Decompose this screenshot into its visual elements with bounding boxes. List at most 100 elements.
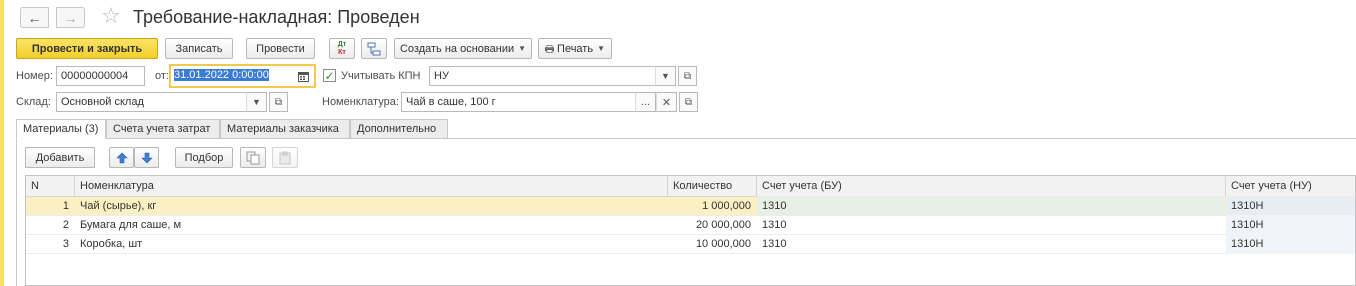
left-accent-bar	[0, 0, 4, 286]
tab-materials-label: Материалы (3)	[23, 123, 99, 135]
dt-kt-icon: Дт Кт	[338, 41, 346, 57]
tab-cost-accounts-label: Счета учета затрат	[113, 123, 211, 135]
nomenclature-clear-button[interactable]: ✕	[656, 92, 677, 112]
arrow-right-icon: →	[63, 9, 78, 26]
paste-icon	[279, 151, 291, 164]
nomenclature-label: Номенклатура:	[322, 96, 399, 108]
structure-button[interactable]	[361, 38, 387, 59]
back-button[interactable]: ←	[20, 7, 49, 28]
number-value: 00000000004	[61, 70, 129, 82]
tab-materials[interactable]: Материалы (3)	[16, 119, 106, 139]
number-label: Номер:	[16, 70, 53, 82]
create-based-on-label: Создать на основании	[399, 42, 515, 55]
column-header-nomenclature[interactable]: Номенклатура	[75, 176, 667, 196]
document-title: Требование-накладная: Проведен	[133, 7, 420, 27]
selection-label: Подбор	[184, 151, 224, 164]
post-button[interactable]: Провести	[246, 38, 315, 59]
forward-button[interactable]: →	[56, 7, 85, 28]
copy-icon	[246, 151, 260, 164]
row-nomenclature: Чай (сырье), кг	[80, 200, 157, 212]
add-row-button[interactable]: Добавить	[25, 147, 95, 168]
column-header-n[interactable]: N	[26, 176, 74, 196]
print-label: Печать	[557, 42, 594, 55]
row-number: 3	[62, 238, 69, 250]
open-window-icon: ⧉	[274, 96, 283, 108]
kpn-select[interactable]: НУ	[429, 66, 676, 86]
dt-kt-button[interactable]: Дт Кт	[329, 38, 355, 59]
checkmark-icon: ✓	[324, 68, 335, 83]
row-account-nu: 1310Н	[1226, 234, 1355, 254]
warehouse-dropdown-button[interactable]: ▼	[246, 92, 267, 112]
kpn-open-button[interactable]: ⧉	[678, 66, 697, 86]
row-quantity: 10 000,000	[695, 238, 751, 250]
tab-additional[interactable]: Дополнительно	[350, 119, 448, 139]
warehouse-open-button[interactable]: ⧉	[269, 92, 288, 112]
date-label: от:	[155, 70, 169, 82]
add-row-label: Добавить	[35, 151, 85, 164]
nomenclature-value: Чай в саше, 100 г	[406, 96, 496, 108]
arrow-up-icon	[115, 152, 128, 163]
row-account-nu: 1310Н	[1226, 215, 1355, 235]
column-header-quantity[interactable]: Количество	[668, 176, 756, 196]
calendar-button[interactable]	[293, 66, 313, 86]
date-value: 31.01.2022 0:00:00	[174, 69, 269, 81]
materials-table[interactable]: N Номенклатура Количество Счет учета (БУ…	[25, 175, 1356, 286]
row-account-nu: 1310Н	[1226, 196, 1355, 216]
caret-down-icon: ▼	[518, 44, 527, 53]
tab-customer-materials[interactable]: Материалы заказчика	[220, 119, 350, 139]
nomenclature-open-button[interactable]: ⧉	[679, 92, 698, 112]
table-row[interactable]: 2 Бумага для саше, м 20 000,000 1310 131…	[26, 215, 1355, 235]
open-window-icon: ⧉	[683, 70, 692, 82]
caret-down-icon: ▼	[252, 97, 261, 107]
ellipsis-icon: ...	[640, 96, 651, 108]
post-and-close-label: Провести и закрыть	[31, 42, 143, 55]
caret-down-icon: ▼	[597, 44, 605, 53]
warehouse-field[interactable]: Основной склад	[56, 92, 267, 112]
row-account-bu: 1310	[757, 196, 1225, 216]
printer-icon	[545, 44, 555, 53]
save-label: Записать	[175, 42, 223, 55]
kpn-checkbox[interactable]: ✓	[323, 68, 336, 83]
tab-additional-label: Дополнительно	[357, 123, 437, 135]
kpn-dropdown-button[interactable]: ▼	[655, 66, 676, 86]
number-field[interactable]: 00000000004	[56, 66, 145, 86]
table-header: N Номенклатура Количество Счет учета (БУ…	[26, 176, 1355, 197]
open-window-icon: ⧉	[684, 96, 693, 108]
move-up-button[interactable]	[109, 147, 134, 168]
nomenclature-select-button[interactable]: ...	[635, 92, 656, 112]
arrow-down-icon	[140, 152, 153, 163]
kpn-label: Учитывать КПН	[341, 70, 421, 82]
save-button[interactable]: Записать	[165, 38, 233, 59]
kt-label: Кт	[338, 48, 346, 56]
row-account-bu: 1310	[762, 238, 787, 250]
calendar-icon	[297, 71, 309, 82]
column-header-account-nu[interactable]: Счет учета (НУ)	[1226, 176, 1355, 196]
tab-cost-accounts[interactable]: Счета учета затрат	[106, 119, 220, 139]
kpn-value: НУ	[434, 70, 449, 82]
row-quantity: 1 000,000	[702, 200, 751, 212]
row-number: 2	[62, 219, 69, 231]
print-button[interactable]: Печать ▼	[538, 38, 612, 59]
tab-customer-materials-label: Материалы заказчика	[227, 123, 339, 135]
warehouse-value: Основной склад	[61, 96, 144, 108]
caret-down-icon: ▼	[661, 71, 670, 81]
warehouse-label: Склад:	[16, 96, 51, 108]
row-nomenclature: Бумага для саше, м	[80, 219, 182, 231]
move-down-button[interactable]	[134, 147, 159, 168]
table-row[interactable]: 3 Коробка, шт 10 000,000 1310 1310Н	[26, 234, 1355, 254]
post-label: Провести	[256, 42, 305, 55]
post-and-close-button[interactable]: Провести и закрыть	[16, 38, 158, 59]
row-nomenclature: Коробка, шт	[80, 238, 143, 250]
table-row[interactable]: 1 Чай (сырье), кг 1 000,000 1310 1310Н	[26, 196, 1355, 216]
selection-button[interactable]: Подбор	[175, 147, 233, 168]
row-quantity: 20 000,000	[695, 219, 751, 231]
column-header-account-bu[interactable]: Счет учета (БУ)	[757, 176, 1225, 196]
create-based-on-button[interactable]: Создать на основании ▼	[394, 38, 532, 59]
hierarchy-icon	[367, 42, 381, 55]
arrow-left-icon: ←	[27, 9, 42, 26]
dt-label: Дт	[337, 40, 347, 48]
row-number: 1	[62, 200, 69, 212]
favorite-star-icon[interactable]: ☆	[101, 3, 121, 29]
copy-button[interactable]	[240, 147, 266, 168]
paste-button[interactable]	[272, 147, 298, 168]
